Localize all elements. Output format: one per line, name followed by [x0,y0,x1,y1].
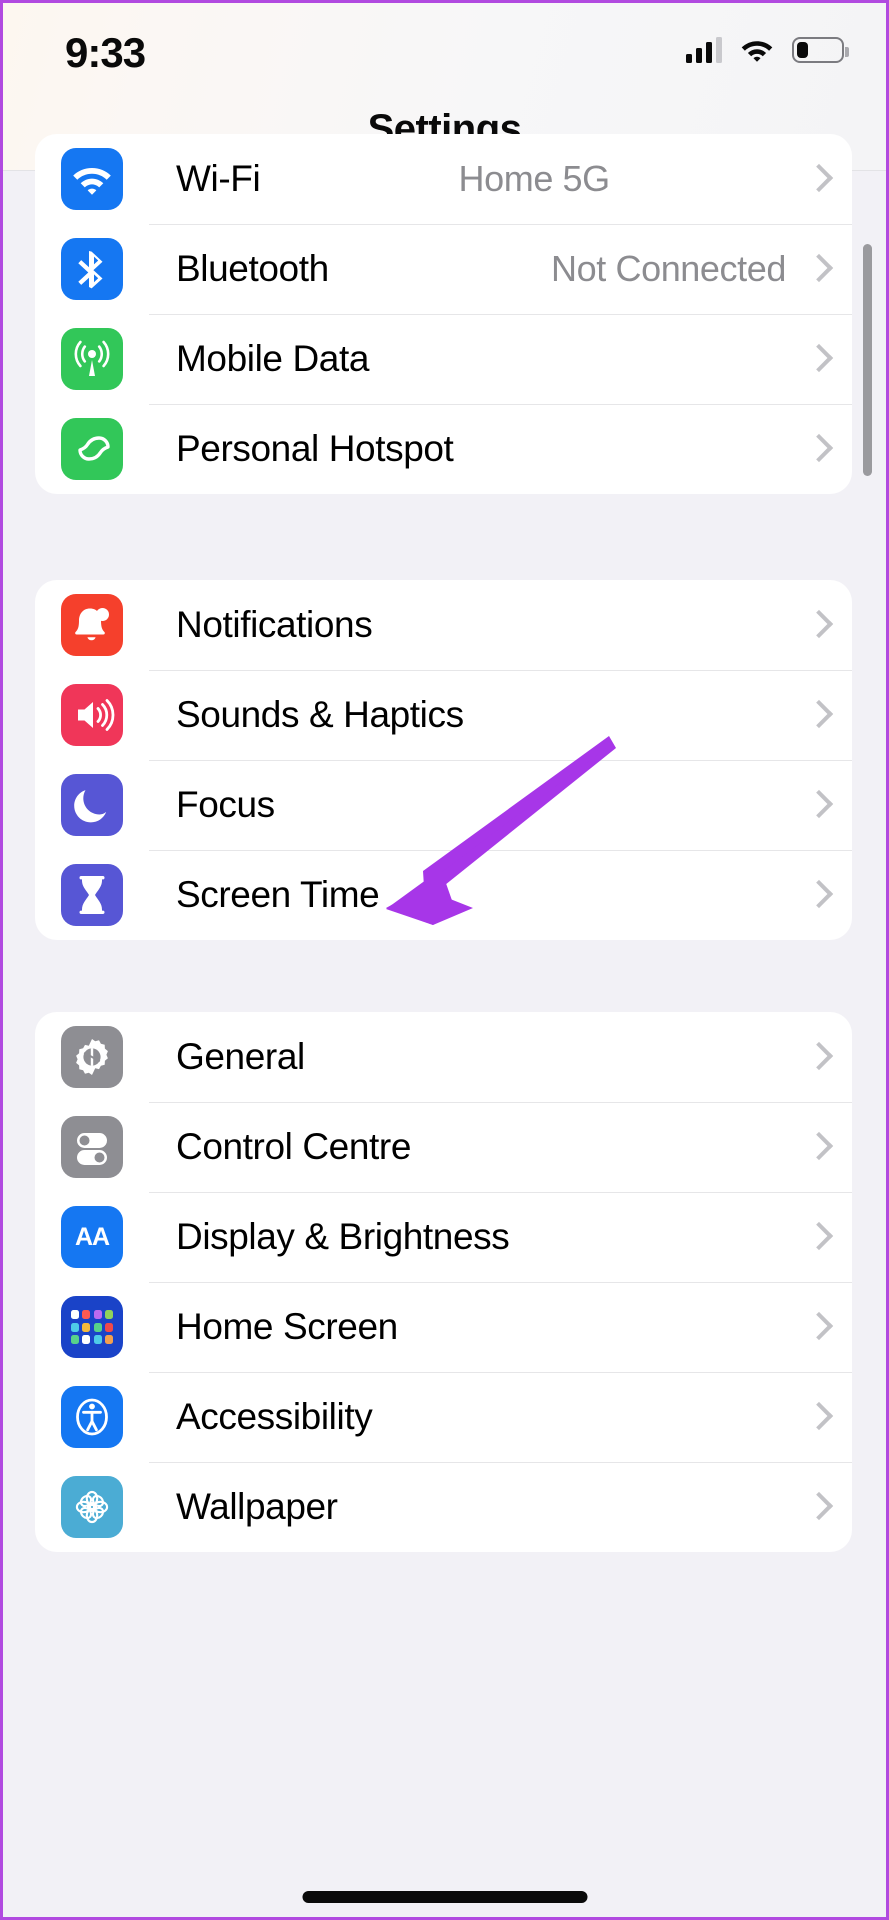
row-separator [149,314,852,315]
home-indicator [302,1891,587,1903]
wifi-icon [740,37,774,63]
wallpaper-flower-icon [61,1476,123,1538]
aa-glyph: AA [74,1222,110,1251]
battery-low-icon [792,37,849,63]
settings-group-connectivity: Wi-Fi Home 5G Bluetooth Not Connected Mo… [35,134,852,494]
chevron-right-icon [808,1311,826,1343]
settings-group-system: General Control Centre AA Display & Brig… [35,1012,852,1552]
row-separator [149,1372,852,1373]
status-bar-clock: 9:33 [65,29,146,76]
settings-row-wifi[interactable]: Wi-Fi Home 5G [35,134,852,224]
row-separator [149,760,852,761]
settings-group-alerts: Notifications Sounds & Haptics Focus Scr… [35,580,852,940]
settings-row-value: Home 5G [458,158,611,199]
settings-row-label: General [176,1036,305,1077]
settings-row-notifications[interactable]: Notifications [35,580,852,670]
settings-row-label: Focus [176,784,275,825]
chevron-right-icon [808,253,826,285]
row-separator [149,670,852,671]
settings-row-display-brightness[interactable]: AA Display & Brightness [35,1192,852,1282]
chevron-right-icon [808,699,826,731]
settings-row-value: Not Connected [551,248,786,289]
chevron-right-icon [808,343,826,375]
bell-icon [61,594,123,656]
bluetooth-icon [61,238,123,300]
settings-row-general[interactable]: General [35,1012,852,1102]
chevron-right-icon [808,1491,826,1523]
toggles-icon [61,1116,123,1178]
settings-row-label: Wi-Fi [176,158,261,199]
chevron-right-icon [808,163,826,195]
settings-row-label: Notifications [176,604,373,645]
settings-row-bluetooth[interactable]: Bluetooth Not Connected [35,224,852,314]
row-separator [149,850,852,851]
settings-row-sounds-haptics[interactable]: Sounds & Haptics [35,670,852,760]
settings-row-label: Personal Hotspot [176,428,454,469]
settings-row-label: Mobile Data [176,338,370,379]
settings-row-label: Screen Time [176,874,380,915]
row-separator [149,404,852,405]
speaker-icon [61,684,123,746]
settings-row-wallpaper[interactable]: Wallpaper [35,1462,852,1552]
row-separator [149,1192,852,1193]
chevron-right-icon [808,789,826,821]
chevron-right-icon [808,879,826,911]
gear-icon [61,1026,123,1088]
settings-row-label: Home Screen [176,1306,398,1347]
settings-row-label: Control Centre [176,1126,412,1167]
chevron-right-icon [808,1401,826,1433]
settings-row-accessibility[interactable]: Accessibility [35,1372,852,1462]
vertical-scrollbar[interactable] [863,244,872,476]
row-separator [149,1282,852,1283]
cellular-antenna-icon [61,328,123,390]
settings-row-label: Accessibility [176,1396,373,1437]
chevron-right-icon [808,609,826,641]
settings-row-screen-time[interactable]: Screen Time [35,850,852,940]
settings-row-label: Wallpaper [176,1486,338,1527]
row-separator [149,1462,852,1463]
settings-row-label: Sounds & Haptics [176,694,464,735]
chevron-right-icon [808,1221,826,1253]
settings-row-focus[interactable]: Focus [35,760,852,850]
settings-scroll-area[interactable]: Wi-Fi Home 5G Bluetooth Not Connected Mo… [3,134,886,1917]
settings-row-control-centre[interactable]: Control Centre [35,1102,852,1192]
accessibility-icon [61,1386,123,1448]
settings-row-home-screen[interactable]: Home Screen [35,1282,852,1372]
hourglass-icon [61,864,123,926]
hotspot-link-icon [61,418,123,480]
cellular-signal-icon [686,37,722,63]
home-screen-grid-icon [61,1296,123,1358]
settings-row-personal-hotspot[interactable]: Personal Hotspot [35,404,852,494]
chevron-right-icon [808,1131,826,1163]
row-separator [149,224,852,225]
chevron-right-icon [808,433,826,465]
settings-row-label: Display & Brightness [176,1216,510,1257]
phone-screen: 9:33 Settings Wi-Fi Home 5G Bluetooth No… [0,0,889,1920]
display-aa-icon: AA [61,1206,123,1268]
wifi-icon [61,148,123,210]
row-separator [149,1102,852,1103]
moon-icon [61,774,123,836]
status-bar-icons [686,37,849,63]
settings-row-label: Bluetooth [176,248,329,289]
settings-row-mobile-data[interactable]: Mobile Data [35,314,852,404]
chevron-right-icon [808,1041,826,1073]
